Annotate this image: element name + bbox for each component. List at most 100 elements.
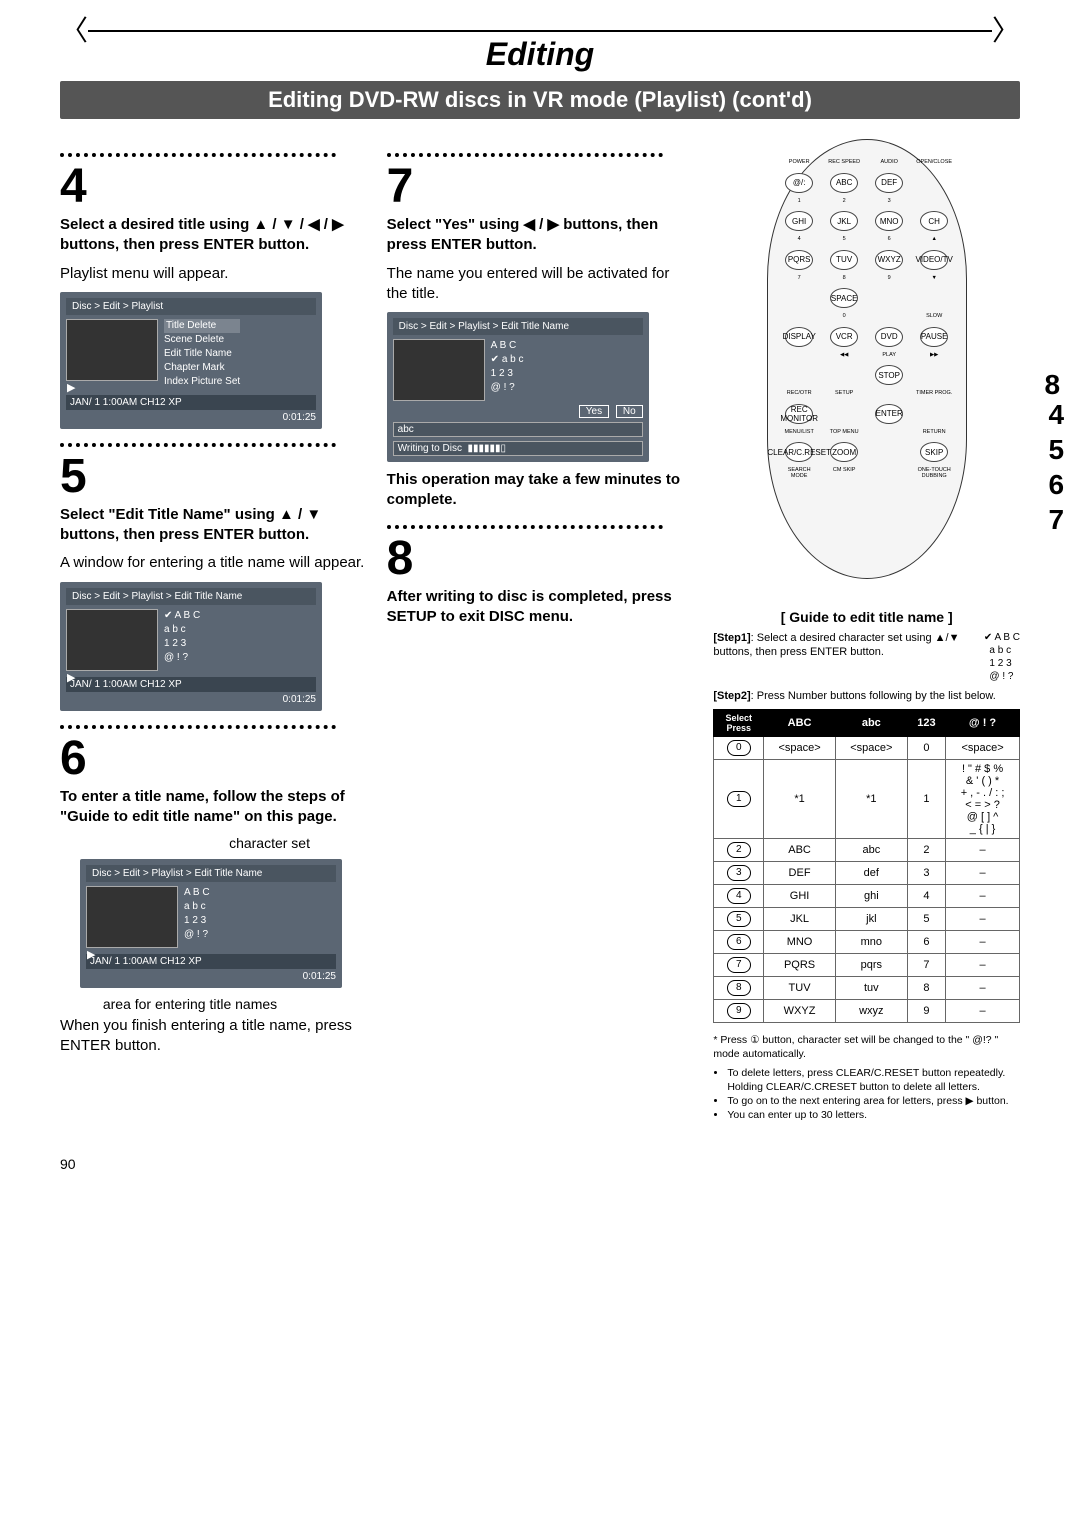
remote-cell: 0 — [825, 314, 864, 320]
remote-cell — [915, 365, 954, 385]
step8-title: After writing to disc is completed, pres… — [387, 588, 672, 625]
char-cell: – — [946, 862, 1020, 885]
remote-cell: VIDEO/TV — [920, 250, 948, 270]
remote-cell: 7 — [780, 276, 819, 282]
callout-8: 8 — [1044, 369, 1060, 401]
osd-breadcrumb: Disc > Edit > Playlist — [66, 298, 316, 315]
remote-cell: ONE-TOUCH DUBBING — [915, 468, 954, 479]
callout-4: 4 — [1048, 399, 1064, 431]
remote-cell: JKL — [830, 211, 858, 231]
char-cell: – — [946, 977, 1020, 1000]
char-cell: 2 — [907, 839, 945, 862]
charset-sample: ✔ A B C a b c 1 2 3 @ ! ? — [984, 631, 1020, 683]
step4-body: Playlist menu will appear. — [60, 264, 367, 284]
star-note: * Press ① button, character set will be … — [713, 1033, 1020, 1061]
osd-edit-title: Disc > Edit > Playlist > Edit Title Name… — [60, 582, 322, 711]
num-button-2: 2 — [714, 839, 764, 862]
remote-cell: PLAY — [870, 353, 909, 359]
remote-cell: TOP MENU — [825, 430, 864, 436]
remote-cell: DVD — [875, 327, 903, 347]
osd-thumbnail: ▶ — [66, 609, 158, 671]
remote-illustration: POWERREC SPEEDAUDIOOPEN/CLOSE@/:ABCDEF12… — [767, 139, 967, 579]
num-button-8: 8 — [714, 977, 764, 1000]
remote-cell: SPACE — [830, 288, 858, 308]
charset-symbols: @ ! ? — [491, 381, 524, 395]
char-cell: 5 — [907, 908, 945, 931]
osd-thumbnail: ▶ — [66, 319, 158, 381]
remote-cell: 6 — [870, 237, 909, 243]
remote-cell — [825, 404, 864, 424]
remote-cell — [780, 288, 819, 308]
remote-cell — [780, 314, 819, 321]
char-cell: 7 — [907, 954, 945, 977]
divider — [387, 153, 663, 157]
remote-cell: ABC — [830, 173, 858, 193]
step7-body: The name you entered will be activated f… — [387, 264, 694, 305]
remote-cell — [780, 353, 819, 360]
remote-cell: MENU/LIST — [780, 430, 819, 436]
charset-123: 1 2 3 — [184, 914, 210, 928]
remote-cell: 1 — [780, 199, 819, 205]
remote-cell: STOP — [875, 365, 903, 385]
remote-cell: REC/OTR — [780, 391, 819, 397]
remote-cell: ENTER — [875, 404, 903, 424]
num-button-6: 6 — [714, 931, 764, 954]
remote-cell — [870, 442, 909, 462]
col-symbols: @ ! ? — [946, 710, 1020, 737]
guide-bullet: To delete letters, press CLEAR/C.RESET b… — [727, 1066, 1020, 1094]
remote-cell: CLEAR/C.RESET — [785, 442, 813, 462]
remote-cell: SETUP — [825, 391, 864, 397]
step7-note: This operation may take a few minutes to… — [387, 471, 680, 508]
char-cell: MNO — [764, 931, 836, 954]
play-icon: ▶ — [67, 381, 75, 394]
char-table-corner: Select Press — [714, 710, 764, 737]
osd-thumbnail: ▶ — [86, 886, 178, 948]
remote-cell: AUDIO — [870, 160, 909, 166]
step4-title: Select a desired title using ▲ / ▼ / ◀ /… — [60, 216, 344, 253]
remote-cell — [780, 365, 819, 385]
charset-abc-lower: a b c — [184, 900, 210, 914]
remote-cell — [870, 430, 909, 437]
char-cell: – — [946, 839, 1020, 862]
col-abc-lower: abc — [835, 710, 907, 737]
remote-cell — [915, 199, 954, 206]
remote-cell: PQRS — [785, 250, 813, 270]
guide-title: [ Guide to edit title name ] — [713, 609, 1020, 625]
num-button-5: 5 — [714, 908, 764, 931]
num-button-3: 3 — [714, 862, 764, 885]
remote-cell: POWER — [780, 160, 819, 166]
charset-123: 1 2 3 — [164, 637, 200, 651]
char-cell: TUV — [764, 977, 836, 1000]
char-cell: pqrs — [835, 954, 907, 977]
char-cell: GHI — [764, 885, 836, 908]
charset-list: A B C ✔ a b c 1 2 3 @ ! ? — [491, 339, 524, 401]
remote-cell: ◀◀ — [825, 353, 864, 359]
step-number-8: 8 — [387, 535, 694, 583]
char-cell: 0 — [907, 737, 945, 760]
remote-cell: REC SPEED — [825, 160, 864, 166]
menu-item-title-delete: Title Delete — [164, 319, 240, 333]
osd-writing: Writing to Disc ▮▮▮▮▮▮▯ — [393, 441, 643, 456]
step5-body: A window for entering a title name will … — [60, 553, 367, 573]
osd-confirm: Disc > Edit > Playlist > Edit Title Name… — [387, 312, 649, 462]
remote-cell — [870, 314, 909, 321]
guide-footnotes: * Press ① button, character set will be … — [713, 1033, 1020, 1122]
charset-list: A B C a b c 1 2 3 @ ! ? — [184, 886, 210, 948]
osd-no-button: No — [616, 405, 643, 418]
char-cell: – — [946, 908, 1020, 931]
remote-cell: VCR — [830, 327, 858, 347]
char-cell: <space> — [835, 737, 907, 760]
char-cell: <space> — [946, 737, 1020, 760]
divider — [60, 443, 336, 447]
osd-status-line: JAN/ 1 1:00AM CH12 XP — [66, 395, 316, 410]
char-cell: 6 — [907, 931, 945, 954]
char-cell: DEF — [764, 862, 836, 885]
remote-cell — [870, 288, 909, 308]
char-cell: <space> — [764, 737, 836, 760]
osd-status-line: JAN/ 1 1:00AM CH12 XP — [86, 954, 336, 969]
remote-cell: DISPLAY — [785, 327, 813, 347]
osd-entering-name: Disc > Edit > Playlist > Edit Title Name… — [80, 859, 342, 988]
osd-breadcrumb: Disc > Edit > Playlist > Edit Title Name — [66, 588, 316, 605]
osd-status-line: JAN/ 1 1:00AM CH12 XP — [66, 677, 316, 692]
remote-cell: 3 — [870, 199, 909, 205]
